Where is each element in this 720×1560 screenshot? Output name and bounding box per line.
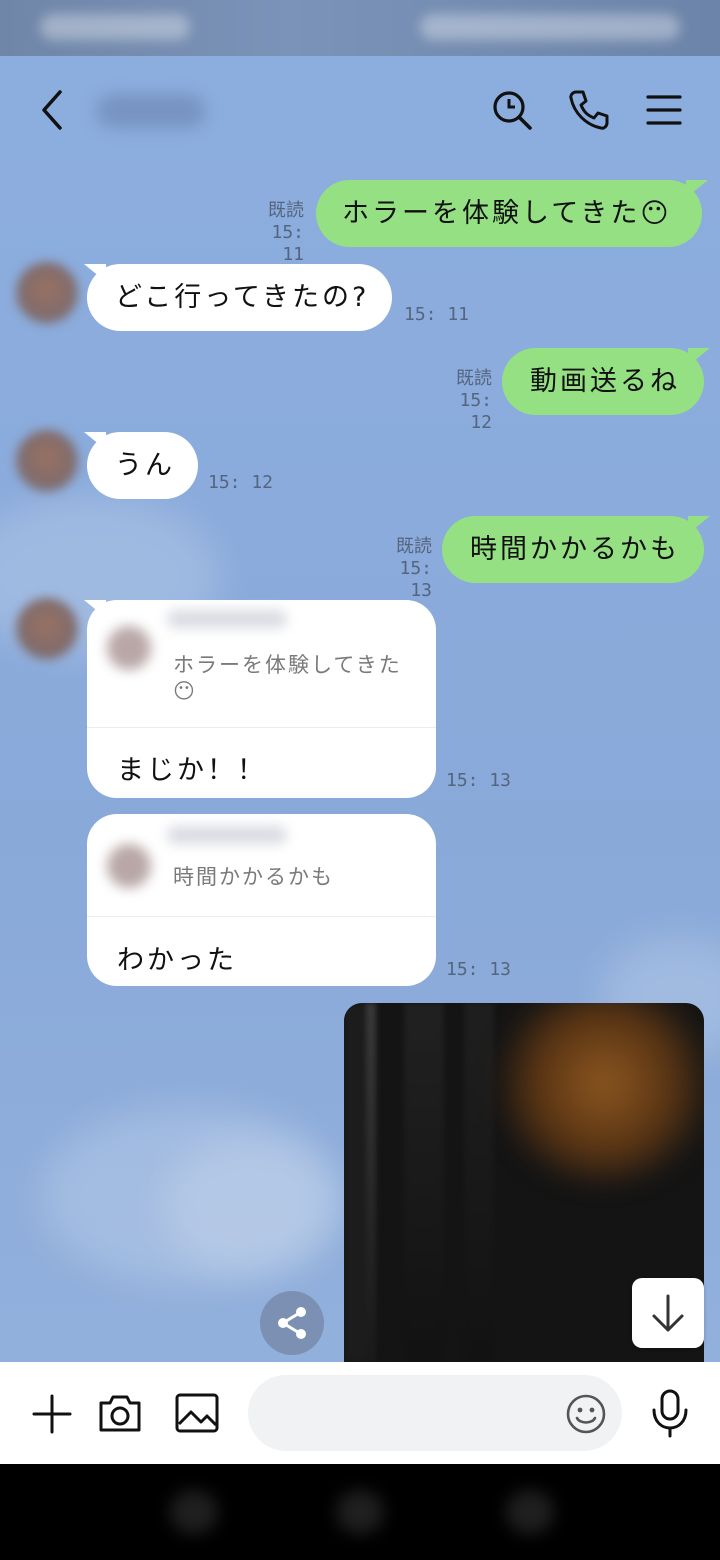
reply-text: わかった <box>117 945 237 976</box>
message-time: 15: 11 <box>404 304 470 325</box>
quoted-sender-name <box>167 610 287 628</box>
message-bubble-received[interactable]: どこ行ってきたの? <box>87 264 392 331</box>
image-icon[interactable] <box>174 1390 220 1436</box>
divider <box>87 727 436 728</box>
message-time: 15: 12 <box>208 472 274 493</box>
nav-back-button[interactable] <box>506 1490 554 1534</box>
phone-icon[interactable] <box>566 88 610 132</box>
nav-home-button[interactable] <box>336 1490 384 1534</box>
contact-name[interactable] <box>96 94 206 128</box>
read-receipt: 既読 15: 11 <box>268 200 304 265</box>
avatar[interactable] <box>16 430 78 492</box>
share-button[interactable] <box>260 1291 324 1355</box>
avatar[interactable] <box>16 262 78 324</box>
message-bubble-sent[interactable]: 時間かかるかも <box>442 516 704 583</box>
quoted-text: 時間かかるかも <box>173 865 334 889</box>
avatar[interactable] <box>16 598 78 660</box>
emoji-icon[interactable] <box>564 1392 608 1436</box>
divider <box>87 916 436 917</box>
message-time: 15: 13 <box>446 959 512 980</box>
bubble-tail <box>688 348 710 366</box>
message-bubble-received[interactable]: うん <box>87 432 198 499</box>
camera-icon[interactable] <box>97 1390 143 1436</box>
chevron-left-icon[interactable] <box>34 86 74 134</box>
message-bubble-sent[interactable]: 動画送るね <box>502 348 704 415</box>
status-bar <box>0 0 720 56</box>
share-icon <box>278 1307 306 1339</box>
bubble-tail <box>686 180 708 198</box>
reply-message-bubble[interactable]: ホラーを体験してきた 😶 まじか！！ <box>87 600 436 798</box>
read-receipt: 既読 15: 12 <box>456 368 492 433</box>
microphone-icon[interactable] <box>648 1388 692 1438</box>
quoted-avatar <box>107 844 151 888</box>
hamburger-menu-icon[interactable] <box>644 92 684 128</box>
quoted-text: ホラーを体験してきた 😶 <box>173 653 402 703</box>
bubble-tail <box>688 516 710 534</box>
nav-recents-button[interactable] <box>170 1490 218 1534</box>
download-button[interactable] <box>632 1278 704 1348</box>
search-icon[interactable] <box>490 88 534 132</box>
reply-message-bubble[interactable]: 時間かかるかも わかった <box>87 814 436 986</box>
download-arrow-icon <box>652 1294 684 1332</box>
read-receipt: 既読 15: 13 <box>396 536 432 601</box>
quoted-sender-name <box>167 826 287 844</box>
message-time: 15: 13 <box>446 770 512 791</box>
plus-icon[interactable] <box>30 1392 74 1436</box>
reply-text: まじか！！ <box>117 755 267 786</box>
message-bubble-sent[interactable]: ホラーを体験してきた😶 <box>316 180 702 247</box>
quoted-avatar <box>107 626 151 670</box>
